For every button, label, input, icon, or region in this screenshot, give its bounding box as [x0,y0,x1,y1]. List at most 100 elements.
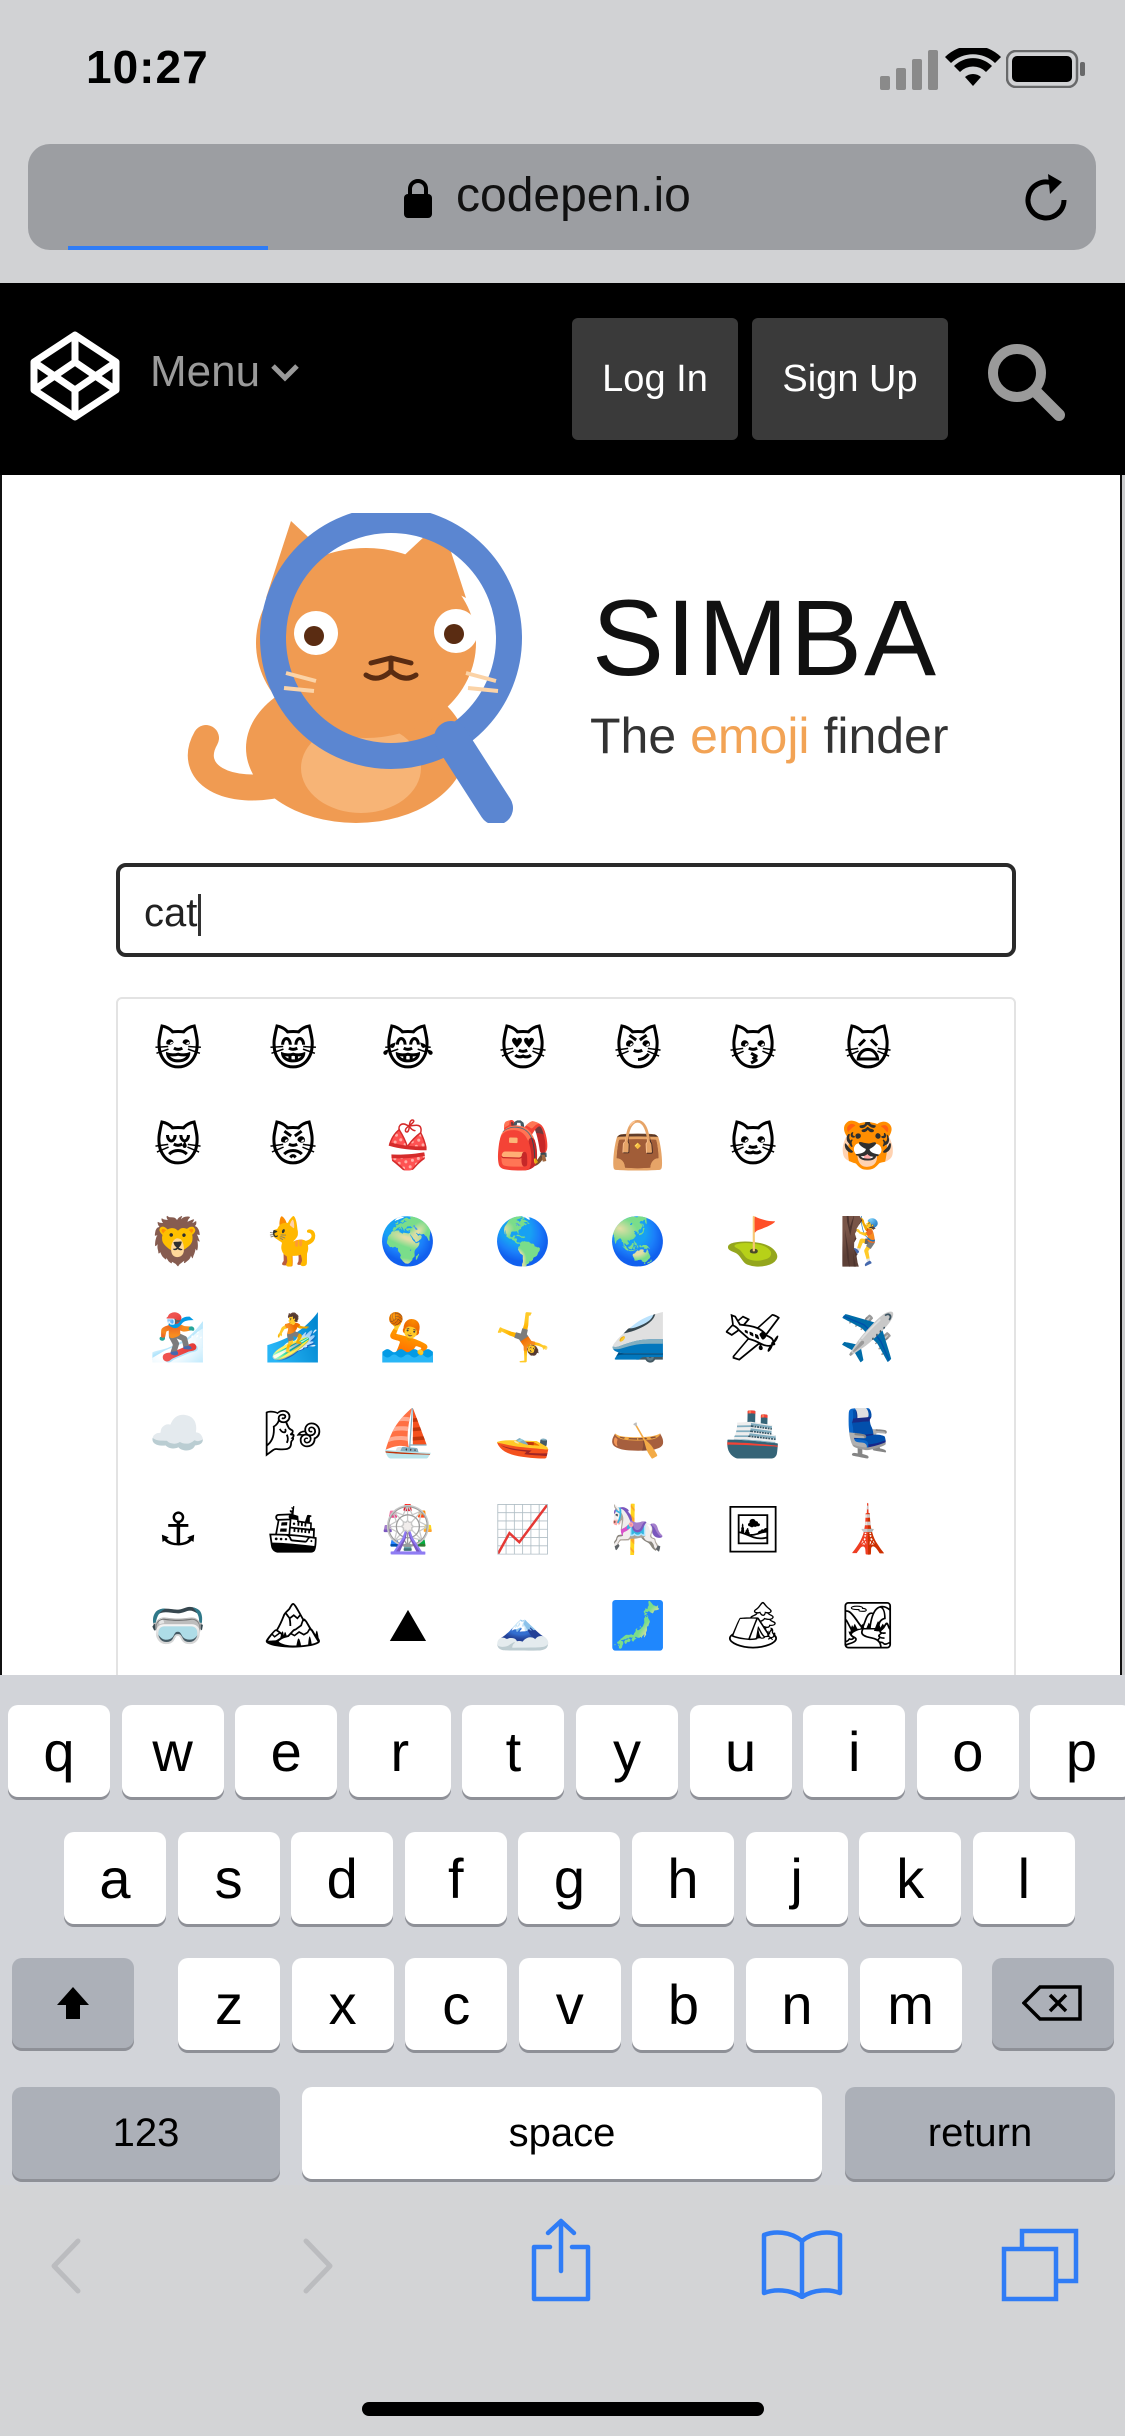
key-k[interactable]: k [859,1832,962,1924]
emoji-result[interactable]: 😸 [263,1019,323,1079]
home-indicator[interactable] [362,2402,764,2416]
emoji-result[interactable]: 😾 [263,1115,323,1175]
key-c[interactable]: c [405,1958,508,2050]
emoji-result[interactable]: 😻 [493,1019,553,1079]
address-bar[interactable]: codepen.io [28,144,1096,250]
key-d[interactable]: d [291,1832,394,1924]
emoji-result[interactable]: 🌎 [493,1211,553,1271]
emoji-result[interactable]: 🎒 [493,1115,553,1175]
numbers-key[interactable]: 123 [12,2087,280,2179]
space-key[interactable]: space [302,2087,822,2179]
emoji-result[interactable]: 🦁 [148,1211,208,1271]
key-r[interactable]: r [348,1705,451,1797]
emoji-result[interactable]: 🖼 [723,1499,783,1559]
backspace-key[interactable] [992,1958,1114,2048]
key-m[interactable]: m [859,1958,962,2050]
key-q[interactable]: q [8,1705,110,1797]
emoji-result[interactable]: ⛰ [378,1595,438,1655]
reload-icon[interactable] [1018,172,1074,228]
emoji-result[interactable]: 🗼 [838,1499,898,1559]
emoji-result[interactable]: ⚓ [148,1499,208,1559]
emoji-result[interactable]: 😽 [723,1019,783,1079]
shift-arrow-icon [57,1987,89,2019]
key-l[interactable]: l [972,1832,1075,1924]
emoji-result[interactable]: 🏕 [723,1595,783,1655]
emoji-result[interactable]: 🏂 [148,1307,208,1367]
key-n[interactable]: n [746,1958,848,2050]
menu-dropdown[interactable]: Menu [150,347,300,397]
emoji-result[interactable]: 🐈 [263,1211,323,1271]
emoji-result[interactable]: 🏄 [263,1307,323,1367]
key-o[interactable]: o [916,1705,1019,1797]
emoji-result[interactable]: 🗾 [608,1595,668,1655]
emoji-result[interactable]: 🤽 [378,1307,438,1367]
key-j[interactable]: j [745,1832,848,1924]
emoji-result[interactable]: 🎠 [608,1499,668,1559]
emoji-result[interactable]: 🛶 [608,1403,668,1463]
emoji-result[interactable]: 🚤 [493,1403,553,1463]
key-i[interactable]: i [803,1705,906,1797]
emoji-result[interactable]: 🏔 [263,1595,323,1655]
emoji-result[interactable]: 🌬 [263,1403,323,1463]
key-x[interactable]: x [291,1958,394,2050]
key-e[interactable]: e [235,1705,338,1797]
emoji-result[interactable]: 🚢 [723,1403,783,1463]
emoji-result[interactable]: 😿 [148,1115,208,1175]
login-button[interactable]: Log In [572,318,738,440]
emoji-result[interactable]: 🐯 [838,1115,898,1175]
emoji-result[interactable]: 👜 [608,1115,668,1175]
url-text[interactable]: codepen.io [456,168,691,223]
search-icon[interactable] [985,341,1065,421]
key-h[interactable]: h [632,1832,734,1924]
emoji-result[interactable]: 💺 [838,1403,898,1463]
emoji-result[interactable]: 🎡 [378,1499,438,1559]
emoji-result[interactable]: 🌏 [608,1211,668,1271]
emoji-result[interactable]: 🤸 [493,1307,553,1367]
key-s[interactable]: s [177,1832,280,1924]
forward-icon[interactable] [298,2235,338,2297]
emoji-result[interactable]: 🛳 [263,1499,323,1559]
shift-key[interactable] [12,1958,134,2048]
key-g[interactable]: g [518,1832,621,1924]
key-t[interactable]: t [462,1705,565,1797]
key-v[interactable]: v [518,1958,621,2050]
emoji-result[interactable]: 👙 [378,1115,438,1175]
emoji-result[interactable]: 🗻 [493,1595,553,1655]
emoji-search-input[interactable]: cat [116,863,1016,957]
onscreen-keyboard: 123 space return qwertyuiop asdfghjkl zxcv… [0,1675,1125,2185]
emoji-result[interactable]: ⛳ [723,1211,783,1271]
pen-preview: SIMBA The emoji finder cat 😺 😸 😹 😻 😼 😽 🙀 😿 😾 👙 🎒 👜 🐱… [0,475,1122,1675]
back-icon[interactable] [46,2235,86,2297]
tabs-icon[interactable] [1000,2227,1080,2303]
key-p[interactable]: p [1030,1705,1125,1797]
emoji-result[interactable]: 🛩 [723,1307,783,1367]
signup-button[interactable]: Sign Up [752,318,948,440]
return-key[interactable]: return [845,2087,1115,2179]
emoji-result[interactable]: ✈️ [838,1307,898,1367]
emoji-result[interactable]: 🥽 [148,1595,208,1655]
key-f[interactable]: f [404,1832,507,1924]
emoji-result[interactable]: 😼 [608,1019,668,1079]
key-b[interactable]: b [632,1958,735,2050]
emoji-result[interactable]: 🚄 [608,1307,668,1367]
key-y[interactable]: y [576,1705,678,1797]
emoji-result[interactable]: 🌍 [378,1211,438,1271]
key-w[interactable]: w [121,1705,224,1797]
safari-toolbar [0,2185,1125,2436]
emoji-result[interactable]: ☁️ [148,1403,208,1463]
key-a[interactable]: a [64,1832,166,1924]
emoji-result[interactable]: 🐱 [723,1115,783,1175]
emoji-result[interactable]: 😺 [148,1019,208,1079]
key-z[interactable]: z [178,1958,280,2050]
share-icon[interactable] [528,2217,594,2303]
emoji-result[interactable]: 🙀 [838,1019,898,1079]
search-input-value[interactable]: cat [144,891,202,937]
emoji-result[interactable]: 🏞 [838,1595,898,1655]
emoji-result[interactable]: 🧗 [838,1211,898,1271]
codepen-logo-icon[interactable] [28,329,122,423]
bookmarks-icon[interactable] [760,2229,844,2299]
emoji-result[interactable]: ⛵ [378,1403,438,1463]
emoji-result[interactable]: 📈 [493,1499,553,1559]
emoji-result[interactable]: 😹 [378,1019,438,1079]
key-u[interactable]: u [689,1705,792,1797]
